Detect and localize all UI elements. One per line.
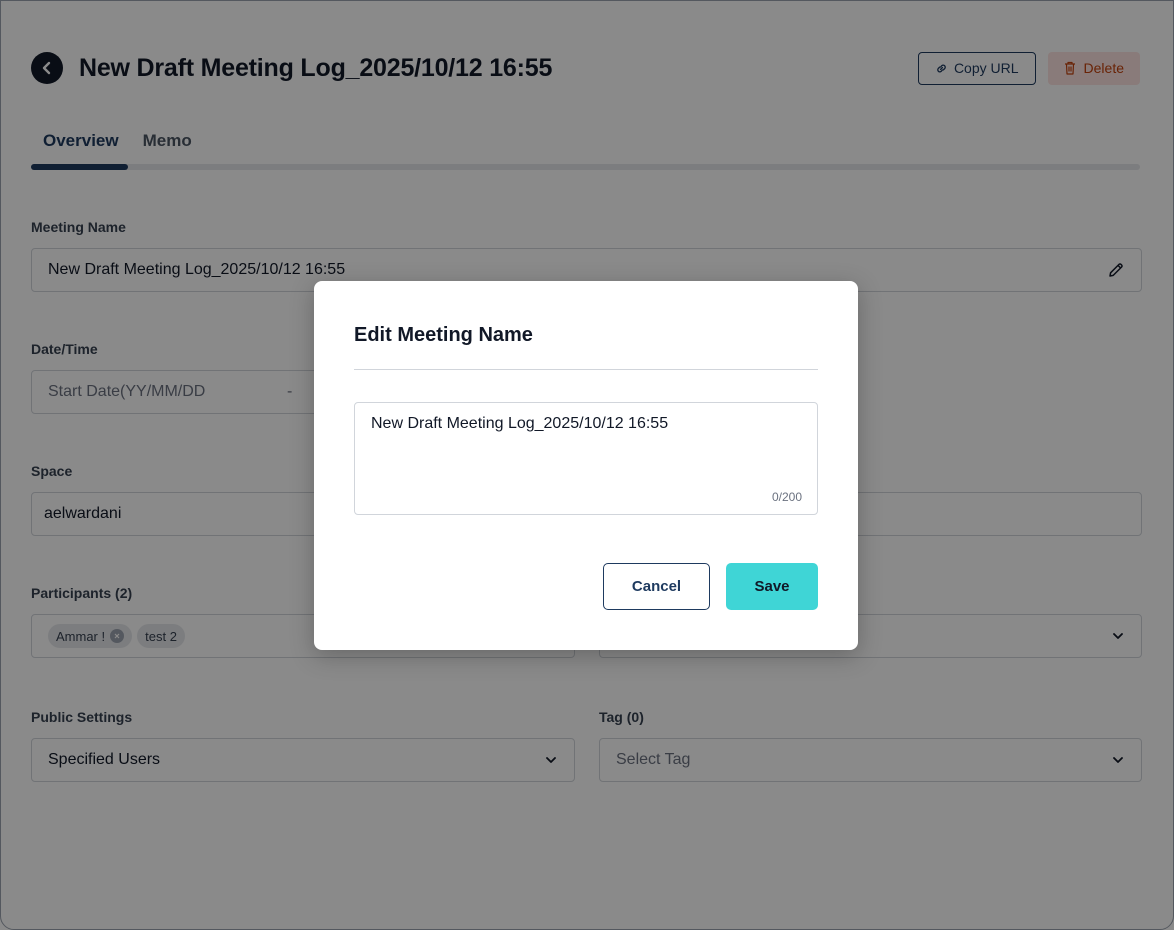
modal-title: Edit Meeting Name xyxy=(354,324,533,346)
meeting-name-textarea-value: New Draft Meeting Log_2025/10/12 16:55 xyxy=(371,415,669,432)
edit-meeting-name-modal: Edit Meeting Name New Draft Meeting Log_… xyxy=(314,281,858,650)
meeting-name-textarea[interactable]: New Draft Meeting Log_2025/10/12 16:55 0… xyxy=(354,402,818,515)
cancel-button[interactable]: Cancel xyxy=(603,563,710,610)
modal-divider xyxy=(354,369,818,370)
char-count: 0/200 xyxy=(771,490,802,504)
save-button[interactable]: Save xyxy=(726,563,818,610)
